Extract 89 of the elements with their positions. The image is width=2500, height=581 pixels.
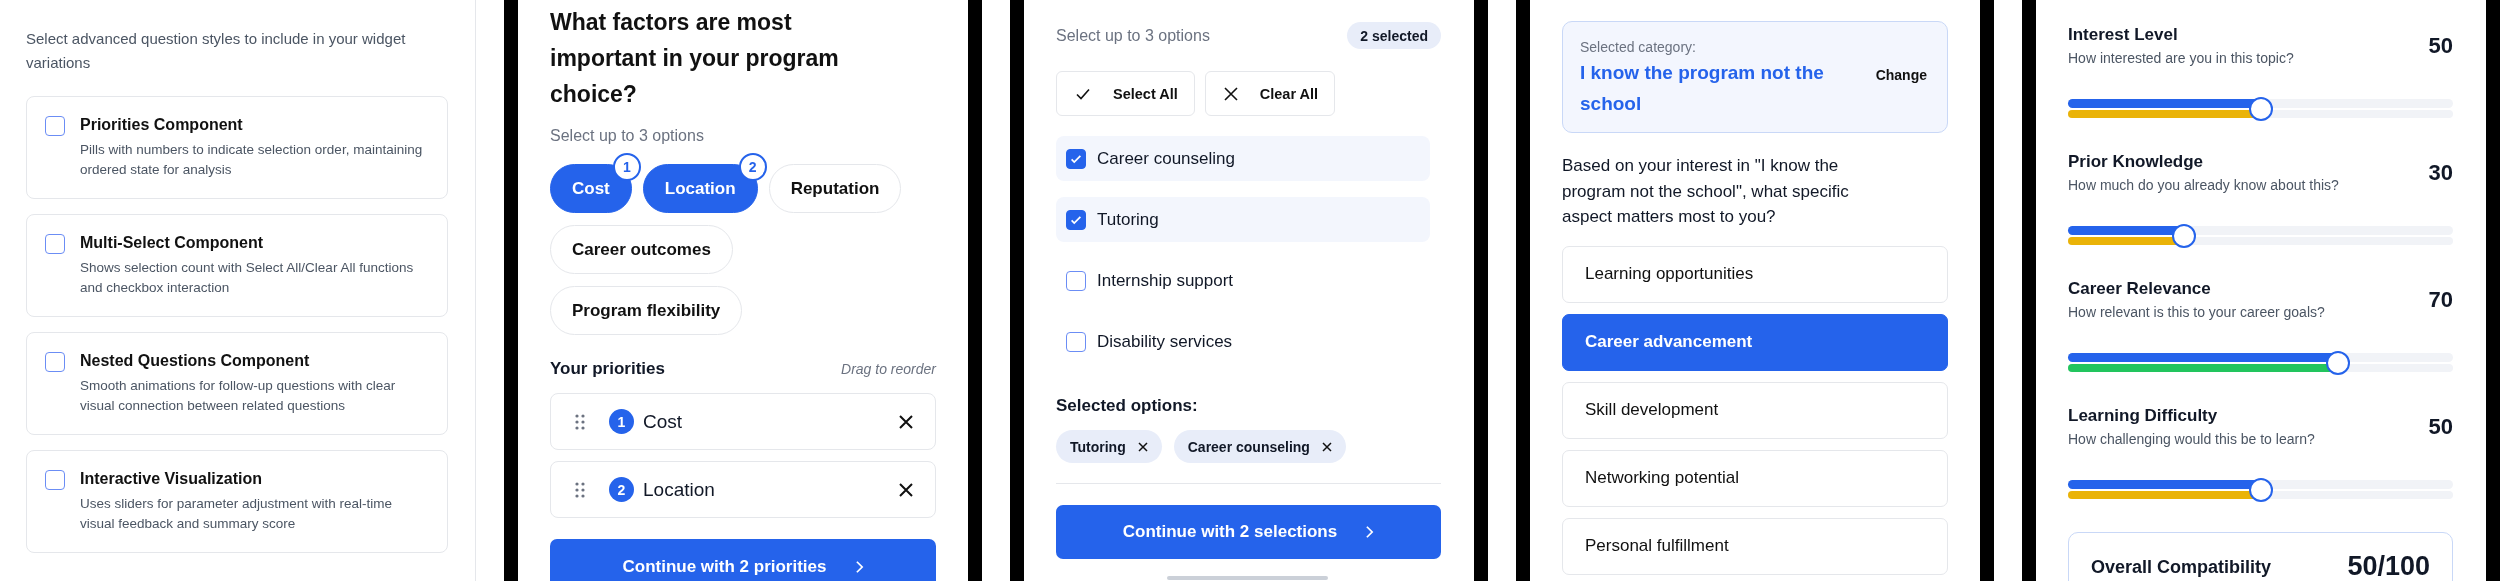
component-title: Interactive Visualization bbox=[80, 469, 263, 489]
drag-handle-icon[interactable] bbox=[574, 412, 586, 431]
option-pill[interactable]: Reputation bbox=[768, 164, 902, 213]
slider-title: Career Relevance bbox=[2068, 278, 2212, 300]
order-number: 1 bbox=[609, 409, 634, 434]
order-number: 2 bbox=[609, 477, 634, 502]
slider-question: How much do you already know about this? bbox=[2068, 176, 2339, 195]
slider-thumb[interactable] bbox=[2248, 97, 2273, 121]
summary-score: 50/100 bbox=[2347, 551, 2430, 581]
slider-thumb[interactable] bbox=[2325, 351, 2350, 375]
intro-text: Select advanced question styles to include in your widget variations bbox=[26, 29, 407, 73]
component-card[interactable]: Priorities Component Pills with numbers to indicate selection order, maintaining ordered state for analysis bbox=[26, 96, 448, 199]
slider-question: How interested are you in this topic? bbox=[2068, 49, 2294, 68]
option-label: Career counseling bbox=[1097, 148, 1235, 169]
close-icon[interactable] bbox=[899, 414, 913, 429]
slider-value: 30 bbox=[2428, 160, 2453, 186]
answer-option[interactable]: Career advancement bbox=[1562, 313, 1948, 371]
component-card[interactable]: Nested Questions Component Smooth animations for follow-up questions with clear visual connection between related questions bbox=[26, 332, 448, 435]
section-title: Your priorities bbox=[550, 358, 665, 380]
slider-thumb[interactable] bbox=[2248, 478, 2273, 502]
slider-title: Prior Knowledge bbox=[2068, 151, 2205, 173]
order-badge: 2 bbox=[738, 153, 767, 181]
checkbox[interactable] bbox=[45, 116, 65, 136]
component-title: Priorities Component bbox=[80, 115, 244, 135]
checkbox[interactable] bbox=[1066, 270, 1086, 291]
component-description: Shows selection count with Select All/Clear All functions and checkbox interaction bbox=[80, 259, 415, 297]
priority-label: Cost bbox=[643, 410, 684, 433]
clear-all-button[interactable]: Clear All bbox=[1204, 71, 1336, 116]
question-text: Based on your interest in "I know the program not the school", what specific aspect matters most to you? bbox=[1562, 155, 1850, 228]
chevron-right-icon bbox=[1365, 525, 1375, 539]
close-icon bbox=[1223, 86, 1238, 101]
slider-value: 70 bbox=[2428, 287, 2453, 313]
select-all-button[interactable]: Select All bbox=[1056, 71, 1195, 116]
component-title: Multi-Select Component bbox=[80, 233, 265, 253]
option-label: Disability services bbox=[1097, 331, 1233, 352]
option-label: Tutoring bbox=[1097, 209, 1159, 230]
option-pill[interactable]: Program flexibility bbox=[550, 286, 743, 335]
option-row[interactable]: Tutoring bbox=[1056, 197, 1430, 242]
close-icon[interactable] bbox=[899, 482, 913, 497]
checkbox[interactable] bbox=[1066, 148, 1086, 169]
answer-option[interactable]: Skill development bbox=[1562, 381, 1948, 439]
answer-option[interactable]: Networking potential bbox=[1562, 449, 1948, 507]
drag-handle-icon[interactable] bbox=[574, 480, 586, 499]
drag-hint: Drag to reorder bbox=[841, 361, 936, 377]
remove-icon[interactable] bbox=[1137, 441, 1148, 452]
chevron-right-icon bbox=[854, 559, 864, 574]
component-description: Smooth animations for follow-up questions with clear visual connection between related questions bbox=[80, 377, 397, 415]
checkbox[interactable] bbox=[1066, 331, 1086, 352]
slider-thumb[interactable] bbox=[2171, 224, 2196, 248]
checkbox[interactable] bbox=[45, 470, 65, 490]
slider-title: Interest Level bbox=[2068, 24, 2179, 46]
question-heading: What factors are most important in your program choice? bbox=[550, 8, 840, 109]
priority-row[interactable]: 1 Cost bbox=[550, 393, 936, 450]
change-button[interactable]: Change bbox=[1875, 67, 1927, 83]
component-card[interactable]: Interactive Visualization Uses sliders for parameter adjustment with real-time visual feedback and summary score bbox=[26, 450, 448, 553]
slider-value: 50 bbox=[2428, 33, 2453, 59]
slider-value: 50 bbox=[2428, 414, 2453, 440]
component-title: Nested Questions Component bbox=[80, 351, 311, 371]
selected-chip[interactable]: Tutoring bbox=[1056, 430, 1162, 463]
summary-label: Overall Compatibility bbox=[2091, 557, 2272, 578]
option-row[interactable]: Internship support bbox=[1056, 258, 1430, 303]
remove-icon[interactable] bbox=[1321, 441, 1332, 452]
section-title: Selected options: bbox=[1056, 395, 1199, 417]
category-label: Selected category: bbox=[1580, 38, 1697, 57]
option-pill[interactable]: Career outcomes bbox=[550, 225, 733, 274]
count-badge: 2 selected bbox=[1347, 22, 1441, 49]
category-value: I know the program not the school bbox=[1580, 61, 1825, 116]
option-row[interactable]: Disability services bbox=[1056, 319, 1430, 364]
checkbox[interactable] bbox=[1066, 209, 1086, 230]
option-label: Internship support bbox=[1097, 270, 1234, 291]
option-row[interactable]: Career counseling bbox=[1056, 136, 1430, 181]
slider-question: How relevant is this to your career goals? bbox=[2068, 303, 2325, 322]
answer-option[interactable]: Learning opportunities bbox=[1562, 245, 1948, 303]
component-description: Uses sliders for parameter adjustment with real-time visual feedback and summary score bbox=[80, 495, 394, 533]
continue-button[interactable]: Continue with 2 selections bbox=[1056, 505, 1441, 559]
component-card[interactable]: Multi-Select Component Shows selection count with Select All/Clear All functions and checkbox interaction bbox=[26, 214, 448, 317]
checkbox[interactable] bbox=[45, 234, 65, 254]
checkbox[interactable] bbox=[45, 352, 65, 372]
continue-button[interactable]: Continue with 2 priorities bbox=[550, 539, 936, 581]
slider-question: How challenging would this be to learn? bbox=[2068, 430, 2315, 449]
hint-text: Select up to 3 options bbox=[550, 126, 705, 146]
selected-chip[interactable]: Career counseling bbox=[1173, 430, 1346, 463]
component-description: Pills with numbers to indicate selection order, maintaining ordered state for analysis bbox=[80, 141, 424, 179]
priority-row[interactable]: 2 Location bbox=[550, 461, 936, 518]
slider-title: Learning Difficulty bbox=[2068, 405, 2219, 427]
order-badge: 1 bbox=[612, 153, 641, 181]
answer-option[interactable]: Personal fulfillment bbox=[1562, 517, 1948, 575]
hint-text: Select up to 3 options bbox=[1056, 25, 1210, 46]
priority-label: Location bbox=[643, 478, 716, 501]
